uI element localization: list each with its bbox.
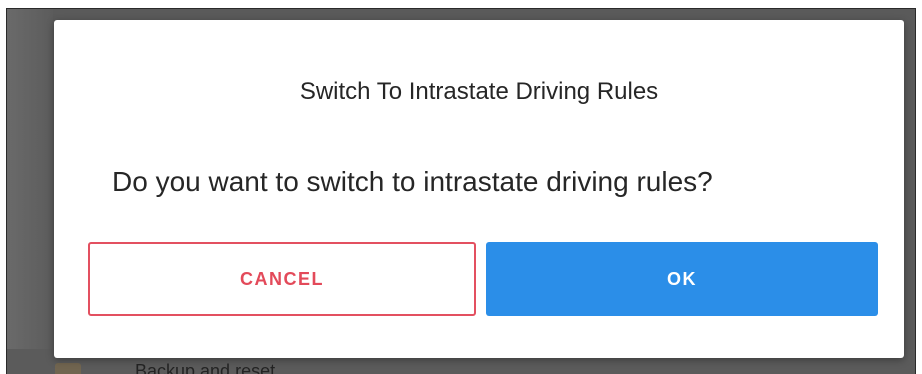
frame-shade (7, 9, 53, 374)
cancel-button[interactable]: CANCEL (88, 242, 476, 316)
dialog-message: Do you want to switch to intrastate driv… (112, 166, 713, 197)
backup-icon (55, 363, 81, 374)
confirm-dialog: Switch To Intrastate Driving Rules Do yo… (54, 20, 904, 358)
background-settings-item-label: Backup and reset (135, 361, 276, 374)
ok-button[interactable]: OK (486, 242, 878, 316)
dialog-title: Switch To Intrastate Driving Rules (299, 78, 659, 105)
